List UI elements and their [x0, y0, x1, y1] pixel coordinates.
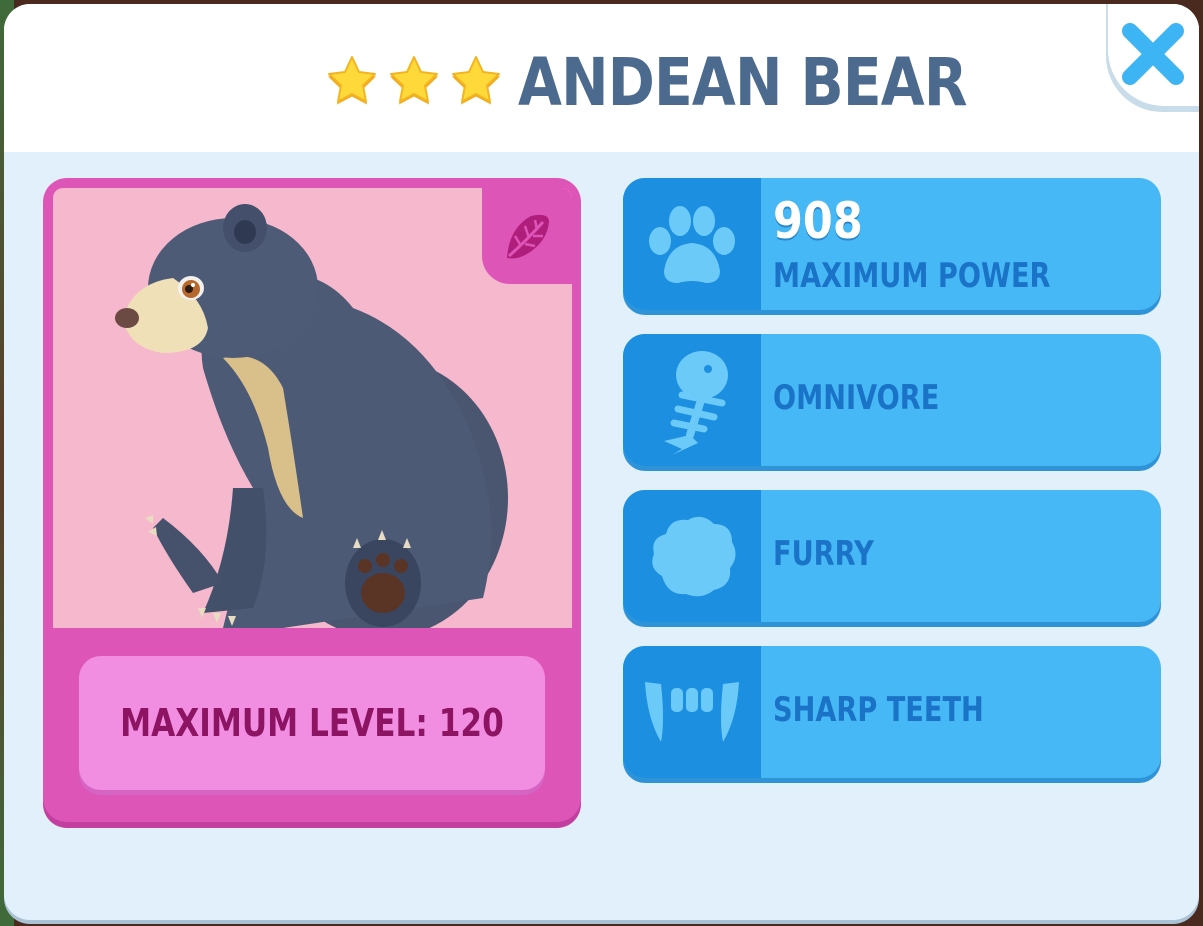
close-icon — [1122, 23, 1184, 85]
skin-label: FURRY — [773, 534, 874, 574]
paw-icon — [649, 206, 735, 283]
fangs-icon — [645, 682, 739, 742]
max-power-label: MAXIMUM POWER — [773, 256, 1051, 296]
diet-label: OMNIVORE — [773, 378, 940, 418]
animal-name-title: ANDEAN BEAR — [518, 44, 968, 121]
stat-icon-box — [623, 178, 761, 310]
andean-bear-portrait — [53, 188, 572, 628]
dialog-header: ANDEAN BEAR — [4, 4, 1199, 152]
star-icon — [390, 56, 438, 105]
stat-icon-box — [623, 490, 761, 622]
biome-badge — [482, 188, 572, 284]
star-rating — [322, 53, 506, 113]
stat-row-diet: OMNIVORE — [623, 334, 1161, 466]
max-power-value: 908 — [773, 192, 863, 250]
teeth-label: SHARP TEETH — [773, 690, 984, 730]
fish-bone-icon — [664, 351, 728, 455]
star-icon — [328, 56, 376, 105]
star-icon — [452, 56, 500, 105]
max-level-label: MAXIMUM LEVEL: 120 — [120, 701, 504, 745]
stat-row-teeth: SHARP TEETH — [623, 646, 1161, 778]
stat-icon-box — [623, 334, 761, 466]
animal-info-dialog: ANDEAN BEAR MAXIMUM LEVEL: 120 908 MAXIM… — [4, 4, 1199, 920]
stat-row-power: 908 MAXIMUM POWER — [623, 178, 1161, 310]
fur-tuft-icon — [652, 516, 736, 597]
close-button[interactable] — [1108, 4, 1199, 106]
animal-card: MAXIMUM LEVEL: 120 — [43, 178, 581, 822]
stat-row-skin: FURRY — [623, 490, 1161, 622]
title-group: ANDEAN BEAR — [322, 38, 1040, 128]
leaf-icon — [507, 214, 549, 259]
max-level-box: MAXIMUM LEVEL: 120 — [79, 656, 545, 790]
stat-icon-box — [623, 646, 761, 778]
